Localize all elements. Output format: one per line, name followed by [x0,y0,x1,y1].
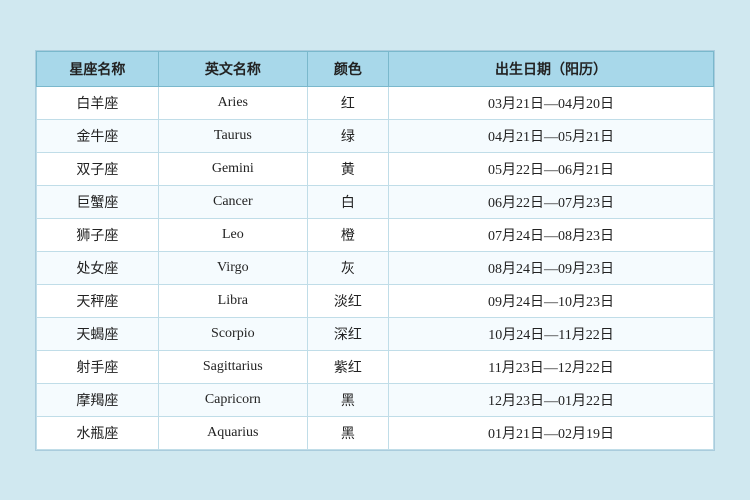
table-row: 处女座Virgo灰08月24日—09月23日 [37,251,714,284]
cell-english-name: Libra [158,284,307,317]
cell-dates: 06月22日—07月23日 [389,185,714,218]
cell-chinese-name: 天秤座 [37,284,159,317]
cell-chinese-name: 双子座 [37,152,159,185]
cell-chinese-name: 处女座 [37,251,159,284]
cell-dates: 12月23日—01月22日 [389,383,714,416]
header-date: 出生日期（阳历） [389,51,714,86]
table-row: 白羊座Aries红03月21日—04月20日 [37,86,714,119]
cell-color: 淡红 [307,284,388,317]
cell-color: 绿 [307,119,388,152]
header-english-name: 英文名称 [158,51,307,86]
cell-dates: 01月21日—02月19日 [389,416,714,449]
cell-chinese-name: 白羊座 [37,86,159,119]
cell-dates: 09月24日—10月23日 [389,284,714,317]
table-row: 天蝎座Scorpio深红10月24日—11月22日 [37,317,714,350]
header-chinese-name: 星座名称 [37,51,159,86]
cell-english-name: Leo [158,218,307,251]
table-row: 水瓶座Aquarius黑01月21日—02月19日 [37,416,714,449]
cell-chinese-name: 天蝎座 [37,317,159,350]
table-body: 白羊座Aries红03月21日—04月20日金牛座Taurus绿04月21日—0… [37,86,714,449]
cell-color: 黑 [307,416,388,449]
table-row: 狮子座Leo橙07月24日—08月23日 [37,218,714,251]
cell-color: 黑 [307,383,388,416]
cell-english-name: Sagittarius [158,350,307,383]
table-row: 双子座Gemini黄05月22日—06月21日 [37,152,714,185]
cell-color: 红 [307,86,388,119]
header-color: 颜色 [307,51,388,86]
cell-dates: 03月21日—04月20日 [389,86,714,119]
cell-dates: 05月22日—06月21日 [389,152,714,185]
zodiac-table: 星座名称 英文名称 颜色 出生日期（阳历） 白羊座Aries红03月21日—04… [36,51,714,450]
cell-english-name: Scorpio [158,317,307,350]
table-row: 天秤座Libra淡红09月24日—10月23日 [37,284,714,317]
cell-color: 黄 [307,152,388,185]
cell-color: 紫红 [307,350,388,383]
table-row: 金牛座Taurus绿04月21日—05月21日 [37,119,714,152]
table-row: 摩羯座Capricorn黑12月23日—01月22日 [37,383,714,416]
cell-dates: 04月21日—05月21日 [389,119,714,152]
cell-color: 橙 [307,218,388,251]
cell-dates: 11月23日—12月22日 [389,350,714,383]
cell-chinese-name: 金牛座 [37,119,159,152]
cell-english-name: Gemini [158,152,307,185]
cell-color: 灰 [307,251,388,284]
zodiac-table-container: 星座名称 英文名称 颜色 出生日期（阳历） 白羊座Aries红03月21日—04… [35,50,715,451]
cell-chinese-name: 狮子座 [37,218,159,251]
cell-color: 白 [307,185,388,218]
cell-chinese-name: 射手座 [37,350,159,383]
cell-chinese-name: 水瓶座 [37,416,159,449]
cell-dates: 10月24日—11月22日 [389,317,714,350]
cell-dates: 07月24日—08月23日 [389,218,714,251]
cell-color: 深红 [307,317,388,350]
cell-english-name: Cancer [158,185,307,218]
cell-dates: 08月24日—09月23日 [389,251,714,284]
cell-english-name: Aries [158,86,307,119]
cell-chinese-name: 摩羯座 [37,383,159,416]
cell-english-name: Taurus [158,119,307,152]
table-row: 射手座Sagittarius紫红11月23日—12月22日 [37,350,714,383]
table-row: 巨蟹座Cancer白06月22日—07月23日 [37,185,714,218]
cell-chinese-name: 巨蟹座 [37,185,159,218]
cell-english-name: Aquarius [158,416,307,449]
cell-english-name: Virgo [158,251,307,284]
cell-english-name: Capricorn [158,383,307,416]
table-header-row: 星座名称 英文名称 颜色 出生日期（阳历） [37,51,714,86]
